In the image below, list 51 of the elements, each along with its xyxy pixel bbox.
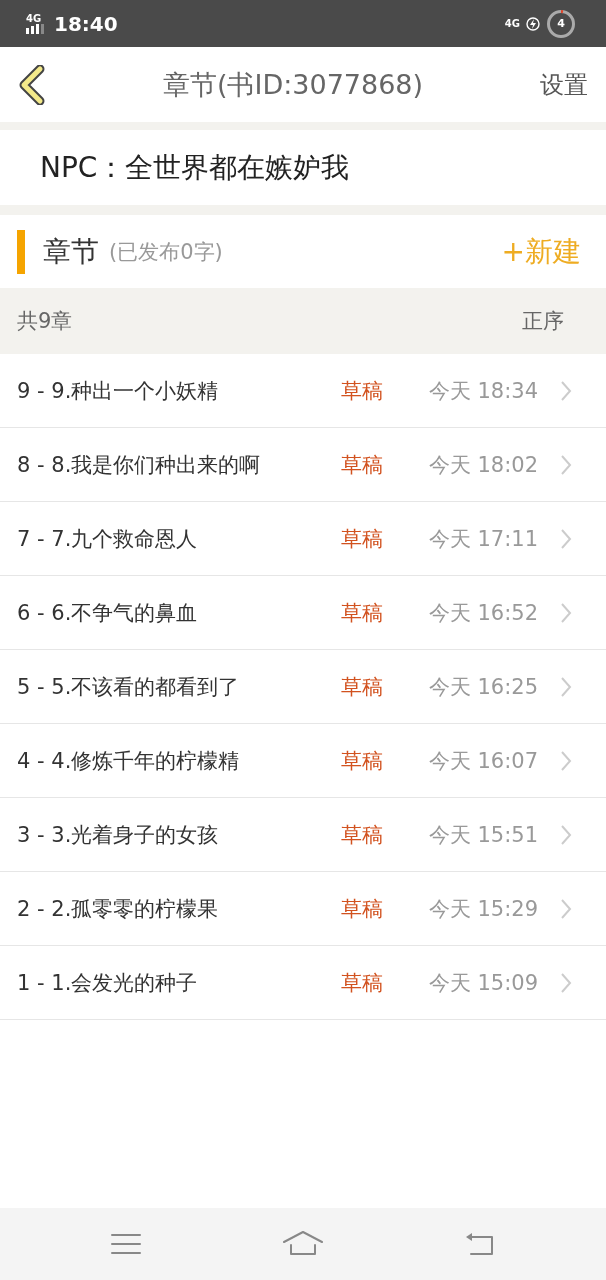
chapter-title: 3 - 3.光着身子的女孩 (17, 821, 220, 849)
chapter-time: 今天 17:11 (428, 525, 538, 553)
page-title: 章节(书ID:3077868) (161, 67, 425, 102)
network-label: 4G (504, 18, 520, 29)
charging-icon (526, 16, 540, 31)
chevron-icon (560, 823, 572, 846)
chapter-time: 今天 18:34 (428, 377, 538, 405)
chapter-title: 8 - 8.我是你们种出来的啊 (17, 451, 262, 479)
chapter-title: 1 - 1.会发光的种子 (17, 969, 199, 997)
status-label: 草稿 (340, 377, 384, 405)
section-subtitle: (已发布0字) (109, 238, 224, 266)
chapter-time: 今天 15:09 (428, 969, 538, 997)
status-label: 草稿 (340, 969, 384, 997)
chevron-icon (560, 971, 572, 994)
status-label: 草稿 (340, 451, 384, 479)
chapter-title: 7 - 7.九个救命恩人 (17, 525, 199, 553)
chapter-title: 5 - 5.不该看的都看到了 (17, 673, 241, 701)
chevron-icon (560, 749, 572, 772)
status-label: 草稿 (340, 895, 384, 923)
status-label: 草稿 (340, 599, 384, 627)
chevron-icon (560, 379, 572, 402)
clock-time: 18:40 (54, 11, 118, 36)
book-title: NPC：全世界都在嫉妒我 (40, 149, 350, 186)
network-label: 4G (26, 13, 42, 24)
sort-button[interactable]: 正序 (522, 307, 564, 335)
chevron-icon (560, 601, 572, 624)
accent-bar (17, 229, 25, 274)
chevron-icon (560, 897, 572, 920)
chevron-icon (560, 527, 572, 550)
battery-ring: 4 (546, 8, 576, 39)
chapter-time: 今天 16:25 (428, 673, 538, 701)
chapter-count: 共9章 (17, 308, 73, 335)
home-icon[interactable] (283, 1231, 323, 1257)
chapter-time: 今天 15:51 (428, 821, 538, 849)
chevron-icon (560, 675, 572, 698)
status-label: 草稿 (340, 747, 384, 775)
chapter-title: 6 - 6.不争气的鼻血 (17, 599, 199, 627)
chapter-title: 4 - 4.修炼千年的柠檬精 (17, 747, 241, 775)
chapter-time: 今天 15:29 (428, 895, 538, 923)
chapter-title: 2 - 2.孤零零的柠檬果 (17, 895, 220, 923)
section-title: 章节 (43, 233, 99, 270)
status-label: 草稿 (340, 821, 384, 849)
status-label: 草稿 (340, 525, 384, 553)
chevron-icon (560, 453, 572, 476)
chapter-time: 今天 16:52 (428, 599, 538, 627)
chapter-title: 9 - 9.种出一个小妖精 (17, 377, 220, 405)
chapter-time: 今天 18:02 (428, 451, 538, 479)
menu-icon[interactable] (111, 1233, 141, 1255)
status-label: 草稿 (340, 673, 384, 701)
chapter-time: 今天 16:07 (428, 747, 538, 775)
settings-button[interactable]: 设置 (540, 68, 588, 101)
